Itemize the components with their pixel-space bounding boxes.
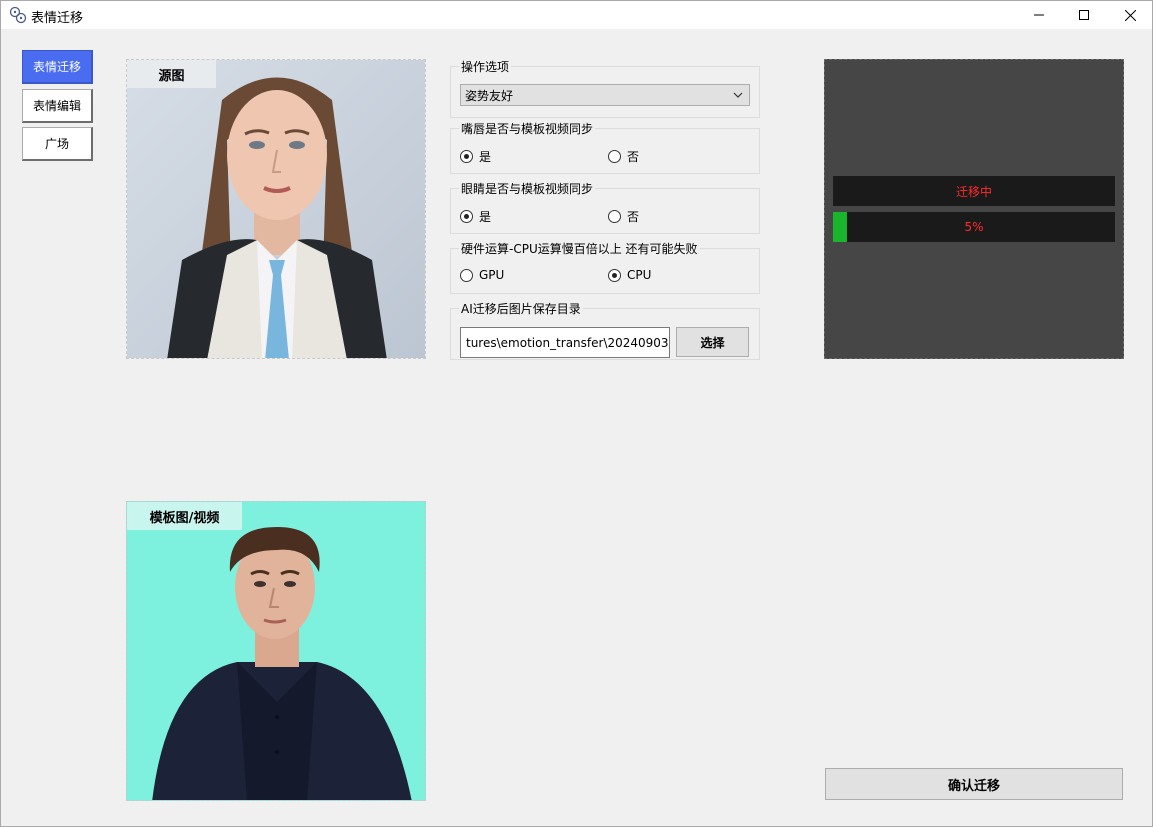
lip-sync-yes-radio[interactable]: 是 bbox=[460, 148, 491, 165]
lip-sync-no-radio[interactable]: 否 bbox=[608, 148, 639, 165]
progress-percent: 5% bbox=[964, 220, 984, 234]
hardware-title: 硬件运算-CPU运算慢百倍以上 还有可能失败 bbox=[459, 240, 700, 257]
radio-circle bbox=[608, 210, 621, 223]
source-portrait-image bbox=[127, 60, 425, 358]
template-image-label: 模板图/视频 bbox=[127, 502, 242, 530]
nav-emotion-edit[interactable]: 表情编辑 bbox=[22, 89, 93, 123]
options-group: 操作选项 姿势友好 bbox=[450, 58, 760, 118]
options-group-title: 操作选项 bbox=[459, 58, 512, 75]
minimize-icon bbox=[1034, 14, 1044, 16]
progress-bar: 5% bbox=[833, 212, 1115, 242]
eye-sync-no-radio[interactable]: 否 bbox=[608, 208, 639, 225]
progress-panel: 迁移中 5% bbox=[824, 59, 1124, 359]
confirm-transfer-label: 确认迁移 bbox=[947, 778, 1000, 794]
eye-sync-group: 眼睛是否与模板视频同步 是 否 bbox=[450, 180, 760, 234]
maximize-button[interactable] bbox=[1061, 1, 1107, 29]
maximize-icon bbox=[1079, 10, 1089, 20]
radio-label: 否 bbox=[627, 150, 640, 164]
status-bar: 迁移中 bbox=[833, 176, 1115, 206]
save-dir-input[interactable]: tures\emotion_transfer\20240903 bbox=[460, 327, 670, 358]
radio-label: 否 bbox=[627, 210, 640, 224]
nav-plaza[interactable]: 广场 bbox=[22, 127, 93, 161]
window-title: 表情迁移 bbox=[31, 11, 84, 26]
hardware-group: 硬件运算-CPU运算慢百倍以上 还有可能失败 GPU CPU bbox=[450, 240, 760, 294]
progress-text: 5% bbox=[833, 212, 1115, 242]
choose-dir-label: 选择 bbox=[700, 335, 725, 350]
template-portrait-image bbox=[127, 502, 425, 800]
radio-label: 是 bbox=[479, 150, 492, 164]
hardware-gpu-radio[interactable]: GPU bbox=[460, 268, 504, 282]
minimize-button[interactable] bbox=[1016, 1, 1062, 29]
app-icon bbox=[9, 6, 27, 24]
radio-circle bbox=[460, 268, 473, 282]
radio-label: GPU bbox=[479, 268, 505, 282]
app-window: 表情迁移 表情迁移 表情编辑 广场 源图 模板图/视频 操作选项 姿势友好 嘴唇… bbox=[0, 0, 1153, 827]
eye-sync-yes-radio[interactable]: 是 bbox=[460, 208, 491, 225]
hardware-cpu-radio[interactable]: CPU bbox=[608, 268, 651, 282]
options-select[interactable]: 姿势友好 bbox=[460, 84, 750, 106]
source-image-label: 源图 bbox=[127, 60, 216, 88]
source-image-panel[interactable]: 源图 bbox=[126, 59, 426, 359]
template-image-panel[interactable]: 模板图/视频 bbox=[126, 501, 426, 801]
close-button[interactable] bbox=[1107, 1, 1153, 29]
save-dir-value: tures\emotion_transfer\20240903 bbox=[466, 335, 669, 350]
source-label-text: 源图 bbox=[158, 68, 185, 84]
radio-circle bbox=[608, 150, 621, 163]
radio-circle bbox=[608, 268, 621, 282]
radio-circle bbox=[460, 210, 473, 223]
eye-sync-title: 眼睛是否与模板视频同步 bbox=[459, 180, 596, 197]
nav-label: 表情迁移 bbox=[32, 60, 81, 74]
template-label-text: 模板图/视频 bbox=[149, 510, 220, 526]
nav-label: 广场 bbox=[44, 137, 69, 151]
radio-label: CPU bbox=[627, 268, 652, 282]
close-icon bbox=[1124, 9, 1136, 21]
save-dir-title: AI迁移后图片保存目录 bbox=[459, 300, 583, 317]
chevron-down-icon bbox=[733, 92, 743, 98]
status-text: 迁移中 bbox=[955, 184, 992, 199]
confirm-transfer-button[interactable]: 确认迁移 bbox=[825, 768, 1123, 800]
nav-label: 表情编辑 bbox=[32, 99, 81, 113]
choose-dir-button[interactable]: 选择 bbox=[676, 327, 749, 357]
nav-emotion-transfer[interactable]: 表情迁移 bbox=[22, 50, 93, 84]
title-bar: 表情迁移 bbox=[1, 1, 1152, 29]
save-dir-group: AI迁移后图片保存目录 tures\emotion_transfer\20240… bbox=[450, 300, 760, 360]
lip-sync-title: 嘴唇是否与模板视频同步 bbox=[459, 120, 596, 137]
radio-circle bbox=[460, 150, 473, 163]
lip-sync-group: 嘴唇是否与模板视频同步 是 否 bbox=[450, 120, 760, 174]
radio-label: 是 bbox=[479, 210, 492, 224]
options-selected-value: 姿势友好 bbox=[465, 88, 514, 103]
